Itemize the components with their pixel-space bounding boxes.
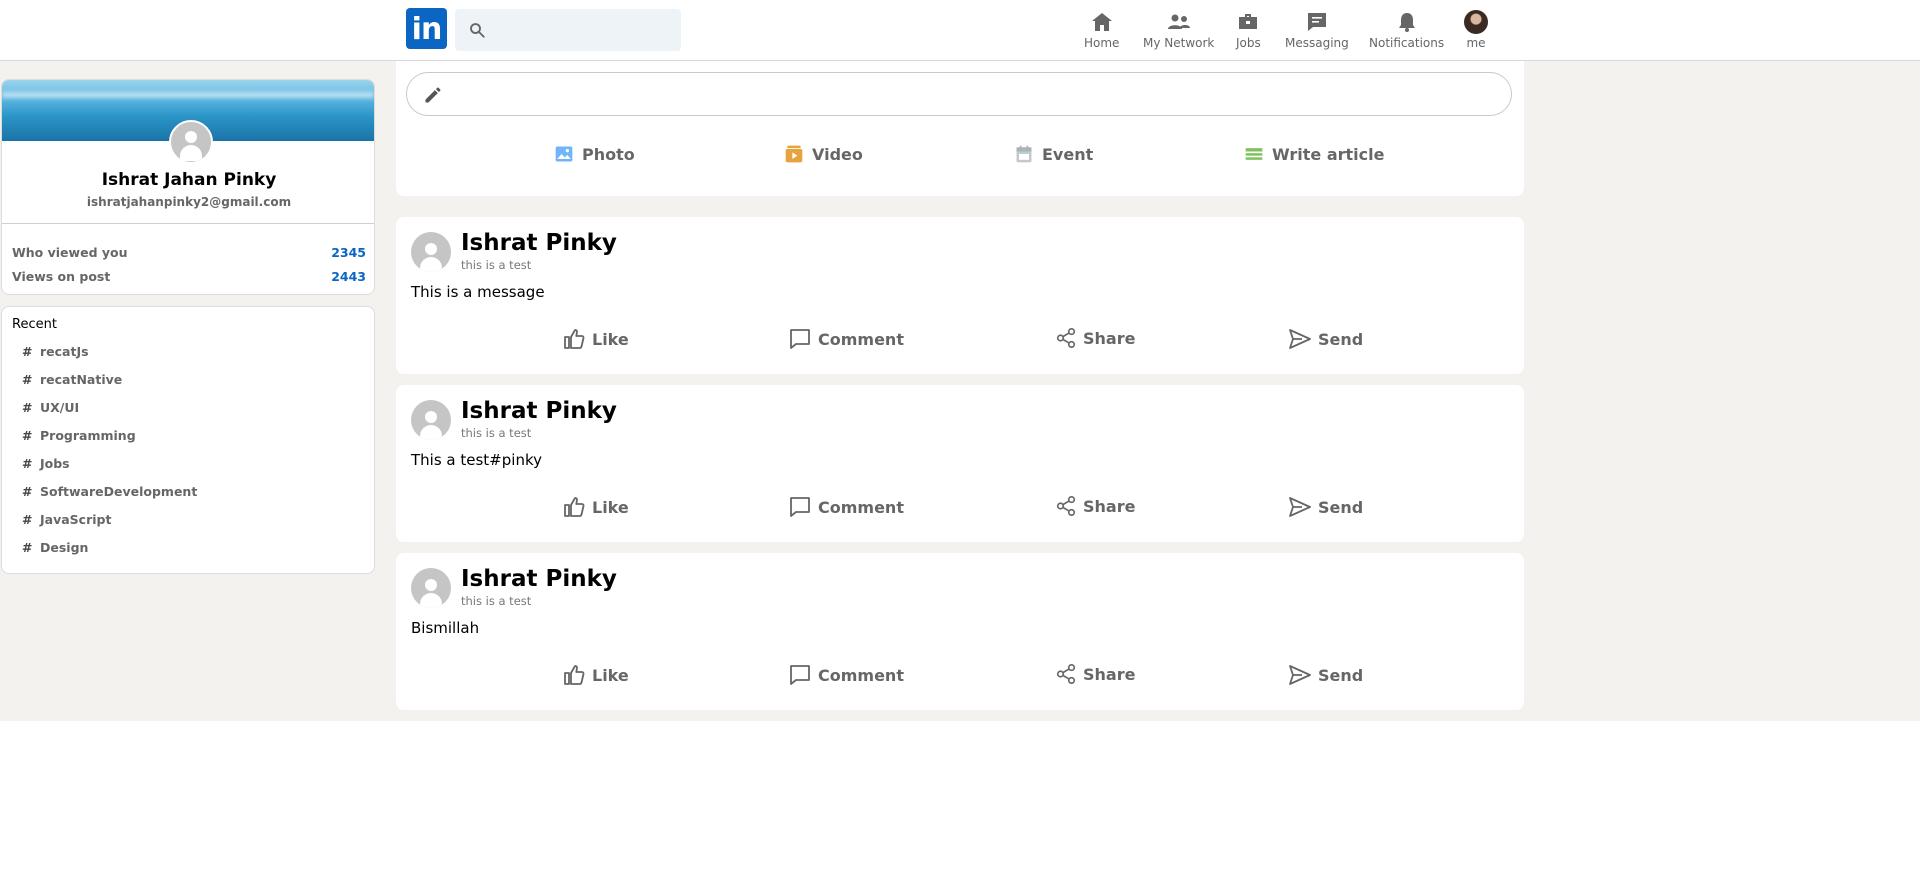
search-input[interactable] [495,9,679,53]
comment-icon [790,329,810,349]
nav-label: My Network [1143,36,1215,50]
comment-button[interactable]: Comment [788,327,904,351]
divider [2,223,374,224]
post-subtitle: this is a test [461,258,532,272]
post-subtitle: this is a test [461,594,532,608]
search-box[interactable] [455,9,681,53]
message-icon [1307,13,1326,31]
post-author[interactable]: Ishrat Pinky [461,398,617,424]
share-icon [1056,496,1076,516]
nav-my-network[interactable]: My Network [1143,10,1214,50]
nav-label: Notifications [1369,36,1445,50]
comment-icon [790,497,810,517]
nav-label: me [1466,36,1486,50]
comment-button[interactable]: Comment [788,495,904,519]
profile-card: Ishrat Jahan Pinky ishratjahanpinky2@gma… [1,79,375,295]
pencil-icon [425,87,441,103]
like-button[interactable]: Like [562,327,629,351]
network-icon [1167,14,1190,29]
stat-label: Who viewed you [12,245,128,260]
send-icon [1289,329,1311,349]
post-card: Ishrat Pinky this is a test Bismillah Li… [396,553,1524,710]
share-button[interactable]: Share [1055,495,1135,517]
thumbs-up-icon [564,329,585,349]
stat-value: 2345 [331,245,366,260]
post-avatar[interactable] [411,568,451,608]
stat-views-on-post[interactable]: Views on post 2443 [12,269,366,284]
recent-card: Recent # recatJs # recatNative # UX/UI # Pro… [1,306,375,574]
post-author[interactable]: Ishrat Pinky [461,566,617,592]
post-message: This is a message [411,283,545,301]
send-button[interactable]: Send [1288,327,1363,351]
photo-icon [555,146,573,162]
post-avatar[interactable] [411,232,451,272]
recent-tag[interactable]: # SoftwareDevelopment [22,484,197,499]
profile-name[interactable]: Ishrat Jahan Pinky [2,170,374,190]
post-avatar[interactable] [411,400,451,440]
post-card: Ishrat Pinky this is a test This is a me… [396,217,1524,374]
stat-who-viewed[interactable]: Who viewed you 2345 [12,245,366,260]
share-event-button[interactable]: Event [1014,144,1093,164]
thumbs-up-icon [564,497,585,517]
briefcase-icon [1239,14,1258,29]
thumbs-up-icon [564,665,585,685]
nav-label: Home [1084,36,1120,50]
nav-messaging[interactable]: Messaging [1285,10,1349,50]
profile-avatar[interactable] [169,120,213,164]
profile-email: ishratjahanpinky2@gmail.com [86,195,292,209]
recent-tag[interactable]: # recatNative [22,372,122,387]
comment-icon [790,665,810,685]
share-video-button[interactable]: Video [784,144,863,164]
post-author[interactable]: Ishrat Pinky [461,230,617,256]
recent-tag[interactable]: # Design [22,540,88,555]
share-button[interactable]: Share [1055,327,1135,349]
stat-label: Views on post [12,269,111,284]
share-icon [1056,664,1076,684]
top-navbar: in Home My Network Jobs Messaging Notifi… [0,0,1920,61]
send-button[interactable]: Send [1288,495,1363,519]
nav-home[interactable]: Home [1084,10,1119,50]
comment-button[interactable]: Comment [788,663,904,687]
search-icon [470,23,485,38]
avatar [1464,10,1488,34]
recent-tag[interactable]: # UX/UI [22,400,79,415]
post-subtitle: this is a test [461,426,532,440]
nav-notifications[interactable]: Notifications [1369,10,1444,50]
home-icon [1091,13,1112,31]
share-article-button[interactable]: Write article [1244,144,1384,164]
share-photo-button[interactable]: Photo [554,144,635,164]
video-icon [785,145,803,163]
nav-jobs[interactable]: Jobs [1236,10,1261,50]
article-icon [1245,148,1263,160]
calendar-icon [1016,145,1032,163]
share-icon [1056,328,1076,348]
post-message: Bismillah [411,619,480,637]
send-icon [1289,497,1311,517]
share-button[interactable]: Share [1055,663,1135,685]
recent-tag[interactable]: # recatJs [22,344,89,359]
recent-tag[interactable]: # Jobs [22,456,70,471]
like-button[interactable]: Like [562,663,629,687]
send-icon [1289,665,1311,685]
recent-tag[interactable]: # JavaScript [22,512,111,527]
recent-title: Recent [12,317,57,332]
post-card: Ishrat Pinky this is a test This a test#… [396,385,1524,542]
send-button[interactable]: Send [1288,663,1363,687]
share-box: Photo Video Event Write article [396,61,1524,196]
nav-label: Messaging [1285,36,1349,50]
recent-tag[interactable]: # Programming [22,428,136,443]
nav-label: Jobs [1236,36,1261,50]
post-message: This a test#pinky [411,451,542,469]
nav-me[interactable]: me [1464,10,1488,50]
bell-icon [1398,13,1415,32]
linkedin-logo[interactable]: in [406,8,447,49]
stat-value: 2443 [331,269,366,284]
create-post-input[interactable] [406,72,1512,116]
like-button[interactable]: Like [562,495,629,519]
